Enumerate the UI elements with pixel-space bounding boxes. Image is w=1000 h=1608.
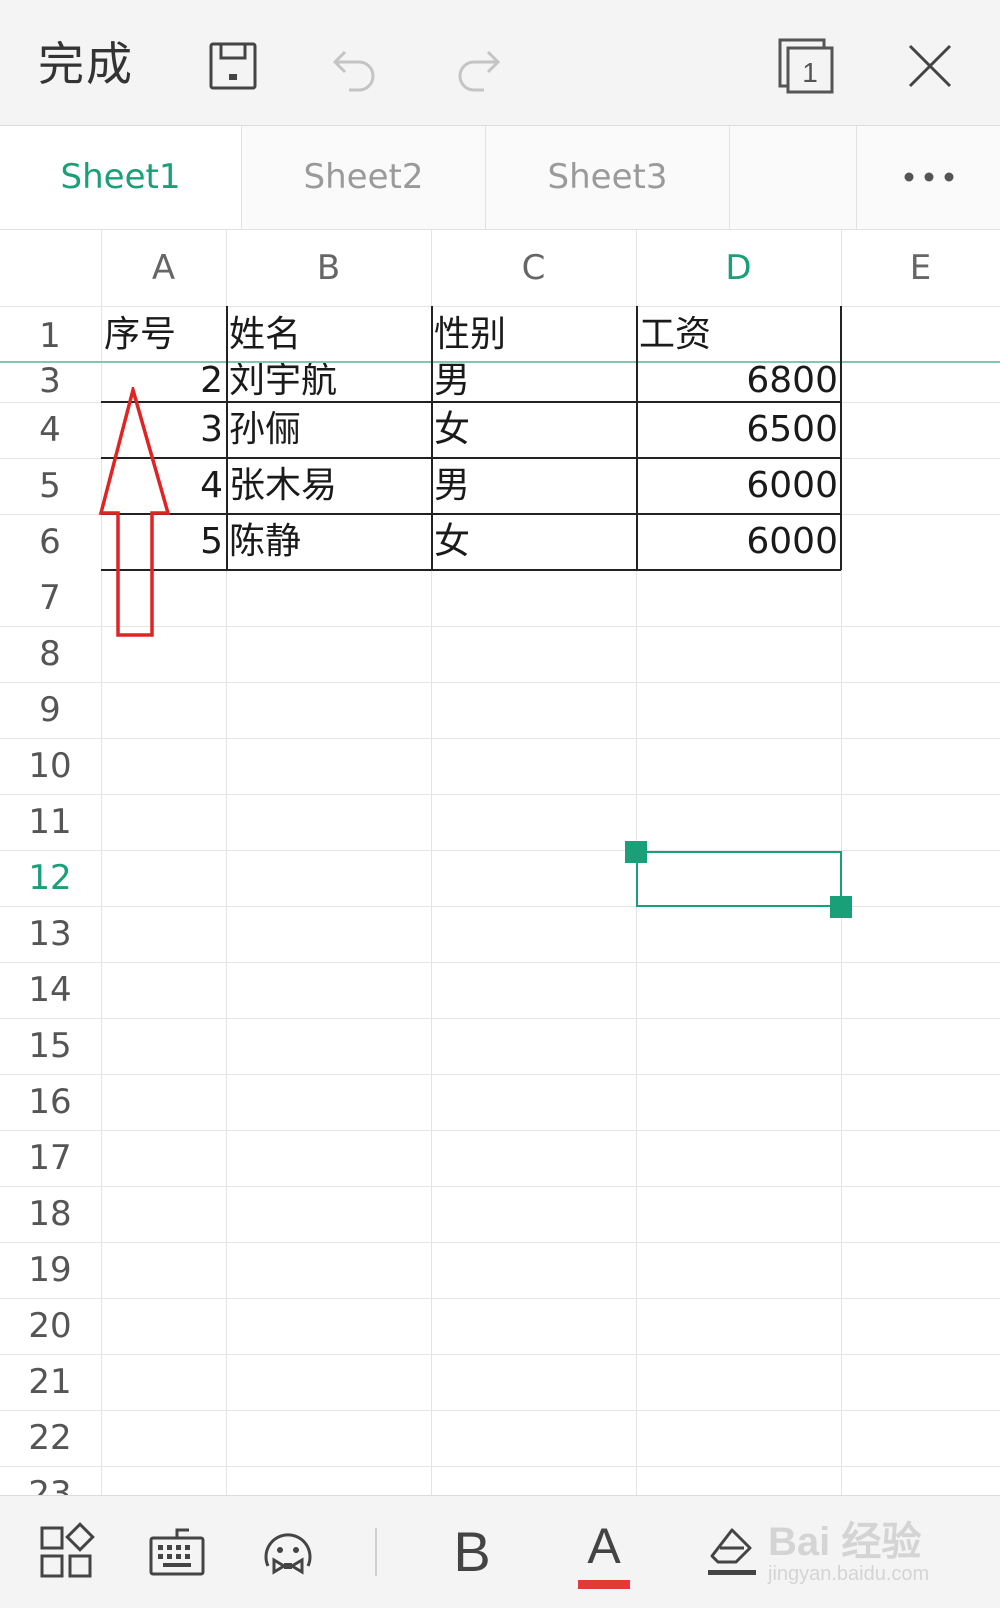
bold-button[interactable]: B: [440, 1514, 504, 1590]
sheet-tabs: Sheet1 Sheet2 Sheet3: [0, 126, 1000, 230]
redo-icon[interactable]: [448, 36, 508, 96]
row-header-12[interactable]: 12: [0, 850, 100, 906]
cell-b4[interactable]: 孙俪: [226, 402, 431, 458]
row-header-16[interactable]: 16: [0, 1074, 100, 1130]
row-header-4[interactable]: 4: [0, 402, 100, 458]
tab-sheet2[interactable]: Sheet2: [242, 126, 486, 229]
cell-d5[interactable]: 6000: [636, 458, 841, 514]
row-divider: [0, 850, 1000, 851]
row-divider: [0, 1466, 1000, 1467]
tab-sheet1[interactable]: Sheet1: [0, 126, 242, 229]
cell-b5[interactable]: 张木易: [226, 458, 431, 514]
row-header-14[interactable]: 14: [0, 962, 100, 1018]
row-header-5[interactable]: 5: [0, 458, 100, 514]
emoji-icon[interactable]: [256, 1520, 320, 1584]
tab-sheet3[interactable]: Sheet3: [486, 126, 730, 229]
column-header-a[interactable]: A: [101, 230, 226, 306]
font-color-swatch: [578, 1580, 630, 1589]
row-header-3[interactable]: 3: [0, 363, 100, 402]
column-header-d[interactable]: D: [636, 230, 841, 306]
selected-cell-d12[interactable]: [636, 851, 842, 907]
row-header-9[interactable]: 9: [0, 682, 100, 738]
row-header-10[interactable]: 10: [0, 738, 100, 794]
cell-c4[interactable]: 女: [431, 402, 636, 458]
more-dots-icon: [904, 172, 954, 182]
red-up-arrow-annotation: [98, 387, 171, 637]
column-header-c[interactable]: C: [431, 230, 636, 306]
cell-b6[interactable]: 陈静: [226, 514, 431, 570]
row-divider: [0, 1354, 1000, 1355]
row-header-18[interactable]: 18: [0, 1186, 100, 1242]
cell-b3[interactable]: 刘宇航: [226, 363, 431, 402]
row-divider: [0, 738, 1000, 739]
selection-handle-bottom-right[interactable]: [830, 896, 852, 918]
top-toolbar: 完成 1: [0, 0, 1000, 126]
cell-a1[interactable]: 序号: [101, 306, 226, 361]
row-header-23[interactable]: 23: [0, 1466, 100, 1495]
bottom-toolbar: B A: [0, 1495, 1000, 1608]
row-header-6[interactable]: 6: [0, 514, 100, 570]
toolbar-divider: [375, 1528, 377, 1576]
column-header-b[interactable]: B: [226, 230, 431, 306]
row-header-22[interactable]: 22: [0, 1410, 100, 1466]
selection-handle-top-left[interactable]: [625, 841, 647, 863]
row-header-15[interactable]: 15: [0, 1018, 100, 1074]
keyboard-icon[interactable]: [145, 1520, 209, 1584]
column-header-e[interactable]: E: [841, 230, 1000, 306]
row-header-8[interactable]: 8: [0, 626, 100, 682]
fill-color-icon[interactable]: [700, 1520, 764, 1584]
row-header-19[interactable]: 19: [0, 1242, 100, 1298]
row-divider: [0, 682, 1000, 683]
row-divider: [0, 1242, 1000, 1243]
cell-d3[interactable]: 6800: [636, 363, 841, 402]
row-header-7[interactable]: 7: [0, 570, 100, 626]
row-divider: [0, 1130, 1000, 1131]
row-divider: [0, 1298, 1000, 1299]
undo-icon[interactable]: [325, 36, 385, 96]
cell-c1[interactable]: 性别: [431, 306, 636, 361]
row-divider: [0, 1018, 1000, 1019]
row-header-11[interactable]: 11: [0, 794, 100, 850]
window-count-label: 1: [802, 57, 818, 88]
more-tabs-button[interactable]: [856, 126, 1000, 229]
cell-b1[interactable]: 姓名: [226, 306, 431, 361]
cell-c5[interactable]: 男: [431, 458, 636, 514]
row-header-21[interactable]: 21: [0, 1354, 100, 1410]
save-icon[interactable]: [203, 36, 263, 96]
row-divider: [0, 1074, 1000, 1075]
cell-d6[interactable]: 6000: [636, 514, 841, 570]
cell-c6[interactable]: 女: [431, 514, 636, 570]
row-header-20[interactable]: 20: [0, 1298, 100, 1354]
row-divider: [0, 1410, 1000, 1411]
font-color-button[interactable]: A: [572, 1514, 636, 1594]
window-count-icon[interactable]: 1: [776, 36, 836, 96]
grid-apps-icon[interactable]: [34, 1520, 98, 1584]
row-header-17[interactable]: 17: [0, 1130, 100, 1186]
row-header-13[interactable]: 13: [0, 906, 100, 962]
cell-d1[interactable]: 工资: [636, 306, 841, 361]
spreadsheet-grid[interactable]: A B C D E 1 序号 姓名 性别 工资 3 2 刘宇航 男 6800 4…: [0, 230, 1000, 1495]
row-divider: [0, 794, 1000, 795]
row-divider: [0, 962, 1000, 963]
row-divider: [0, 1186, 1000, 1187]
close-icon[interactable]: [900, 36, 960, 96]
cell-d4[interactable]: 6500: [636, 402, 841, 458]
font-color-icon: A: [587, 1518, 621, 1574]
done-button[interactable]: 完成: [38, 32, 134, 96]
cell-c3[interactable]: 男: [431, 363, 636, 402]
row-header-1[interactable]: 1: [0, 306, 100, 361]
